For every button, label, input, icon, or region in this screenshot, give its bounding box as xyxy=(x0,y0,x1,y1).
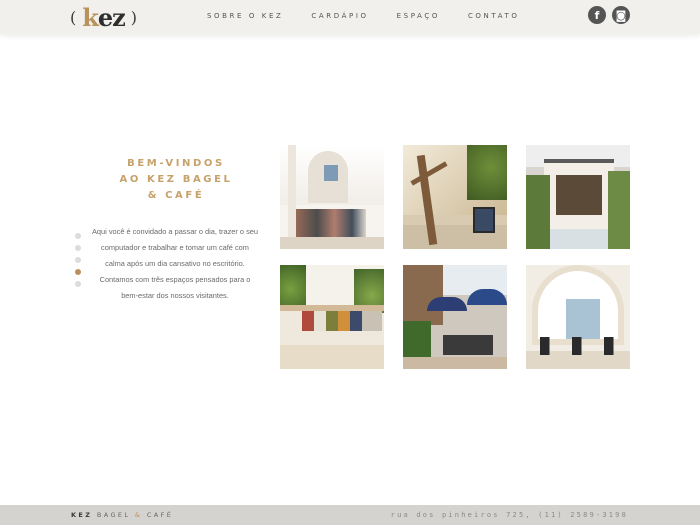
bookshelf-photo[interactable] xyxy=(280,265,384,369)
facebook-icon[interactable]: f xyxy=(588,6,606,24)
footer-address: rua dos pinheiros 725, (11) 2589-3198 xyxy=(390,511,628,519)
welcome-title: BEM-VINDOS AO KEZ BAGEL & CAFÉ xyxy=(96,156,256,204)
footer-brand-cafe: CAFÉ xyxy=(146,511,174,519)
welcome-title-line: AO KEZ BAGEL xyxy=(119,174,233,185)
slider-dot[interactable] xyxy=(75,245,81,251)
site-header: ( k ez ) SOBRE O KEZ CARDÁPIO ESPAÇO CONT… xyxy=(0,0,700,34)
social-links: f ◙ xyxy=(588,6,630,24)
logo-ez: ez xyxy=(97,2,126,32)
site-footer: KEZ BAGEL & CAFÉ rua dos pinheiros 725, … xyxy=(0,505,700,525)
nav-link-sobre[interactable]: SOBRE O KEZ xyxy=(207,12,283,20)
footer-brand-kez: KEZ xyxy=(71,511,93,519)
arched-interior-photo[interactable] xyxy=(526,265,630,369)
nav-link-espaco[interactable]: ESPAÇO xyxy=(397,12,440,20)
footer-brand-amp: & xyxy=(134,511,143,519)
logo-k: k xyxy=(82,2,99,32)
logo-open-paren: ( xyxy=(70,7,77,27)
welcome-description: Aqui você é convidado a passar o dia, tr… xyxy=(92,227,258,300)
slider-dot-active[interactable] xyxy=(75,269,81,275)
storefront-photo[interactable] xyxy=(526,145,630,249)
nav-link-contato[interactable]: CONTATO xyxy=(468,12,520,20)
footer-brand-bagel: BAGEL xyxy=(96,511,131,519)
logo-close-paren: ) xyxy=(130,7,138,27)
instagram-icon[interactable]: ◙ xyxy=(612,6,630,24)
slider-dot[interactable] xyxy=(75,257,81,263)
slider-dots xyxy=(75,233,81,287)
main-nav: SOBRE O KEZ CARDÁPIO ESPAÇO CONTATO xyxy=(207,12,548,20)
slider-dot[interactable] xyxy=(75,281,81,287)
footer-brand: KEZ BAGEL & CAFÉ xyxy=(71,511,173,519)
welcome-title-line: & CAFÉ xyxy=(147,190,205,201)
nav-link-cardapio[interactable]: CARDÁPIO xyxy=(311,12,368,20)
garden-tree-photo[interactable] xyxy=(403,145,507,249)
welcome-title-line: BEM-VINDOS xyxy=(127,158,225,169)
cafe-interior-photo[interactable] xyxy=(280,145,384,249)
kez-logo[interactable]: ( k ez ) xyxy=(70,2,138,32)
patio-umbrellas-photo[interactable] xyxy=(403,265,507,369)
photo-gallery xyxy=(280,145,630,369)
slider-dot[interactable] xyxy=(75,233,81,239)
